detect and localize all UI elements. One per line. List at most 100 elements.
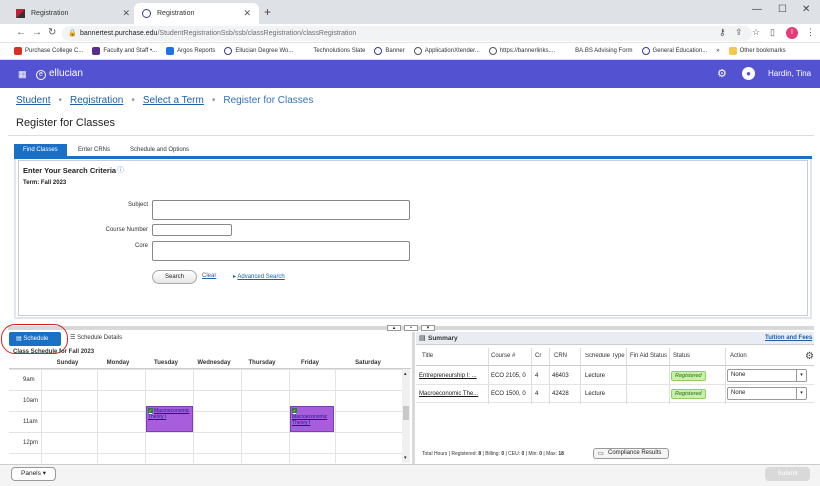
tab-schedule-details[interactable]: ☰ Schedule Details [70,334,122,341]
browser-tab-1[interactable]: Registration ✕ [8,3,138,24]
new-tab-button[interactable]: + [264,5,271,19]
summary-title: Summary [428,335,458,342]
search-button[interactable]: Search [152,270,197,284]
url-input[interactable]: 🔒 bannertest.purchase.edu/StudentRegistr… [62,26,752,41]
gear-icon[interactable]: ⚙ [717,67,727,80]
bookmark-item[interactable]: Technolutions Slate [302,47,365,55]
col-credits[interactable]: Cr [535,353,541,359]
breadcrumb-registration[interactable]: Registration [70,95,123,106]
panels-button[interactable]: Panels ▾ [11,467,56,481]
collapse-down-icon[interactable]: ▾ [421,325,435,331]
vertical-splitter[interactable] [412,332,415,464]
sidepanel-icon[interactable]: ▯ [770,27,775,38]
purchase-favicon-icon [16,9,25,18]
user-name[interactable]: Hardin, Tina [768,69,811,78]
bookmark-item[interactable]: Purchase College C... [14,47,83,55]
day-header: Wednesday [197,360,231,366]
calendar-event[interactable]: ✓Macroeconomic Theory I [146,405,193,432]
star-icon[interactable]: ☆ [752,27,760,38]
action-select[interactable]: None ▾ [727,387,807,400]
day-header: Tuesday [154,360,178,366]
summary-icon: ▤ [419,335,426,342]
col-action[interactable]: Action [730,353,747,359]
bookmark-item[interactable]: Faculty and Staff •... [92,47,157,55]
bookmark-item[interactable]: General Education... [641,47,707,55]
bookmark-globe-icon [488,47,497,55]
breadcrumb-student[interactable]: Student [16,95,50,106]
profile-avatar[interactable]: I [786,27,798,39]
status-badge: Registered [671,371,706,381]
bookmark-flag-icon [92,47,101,55]
action-select[interactable]: None ▾ [727,369,807,382]
hour-label: 12pm [23,440,39,446]
minimize-icon[interactable]: — [752,4,762,15]
term-label: Term: Fall 2023 [23,180,67,186]
forward-arrow-icon[interactable]: → [32,27,42,38]
kebab-menu-icon[interactable]: ⋮ [806,27,815,38]
key-icon[interactable]: ⚷ [719,27,726,38]
scrollbar-thumb[interactable] [403,406,409,420]
bookmark-item[interactable]: BA.BS Advising Form [564,47,633,55]
submit-button[interactable]: Submit [765,467,810,481]
close-window-icon[interactable]: ✕ [802,4,810,15]
browser-tab-2[interactable]: Registration ✕ [134,3,259,24]
bookmark-ellucian-icon [641,47,650,55]
reload-icon[interactable]: ↻ [48,27,56,38]
course-title-link[interactable]: Entrepreneurship I: ... [419,373,477,379]
tab-schedule-options[interactable]: Schedule and Options [121,144,198,156]
summary-header [416,332,814,345]
bookmark-reports-icon [166,47,175,55]
schedule-type: Lecture [585,373,606,379]
scroll-up-icon[interactable]: ▴ [404,371,407,377]
caret-right-icon: ▸ [233,274,237,280]
scroll-down-icon[interactable]: ▾ [404,455,407,461]
col-crn[interactable]: CRN [554,353,567,359]
ellucian-logo: e ellucian [36,68,83,80]
crn: 46403 [552,373,569,379]
col-title[interactable]: Title [422,353,433,359]
close-tab-icon[interactable]: ✕ [243,8,251,19]
other-bookmarks[interactable]: Other bookmarks [728,47,786,55]
maximize-icon[interactable]: ☐ [778,4,787,15]
back-arrow-icon[interactable]: ← [16,27,26,38]
gear-icon[interactable]: ⚙ [805,351,814,362]
course-title-link[interactable]: Macroeconomic The... [419,391,478,397]
list-icon: ☰ [70,335,76,341]
col-schedule-type[interactable]: Schedule Type [585,353,625,359]
bookmark-item[interactable]: Argos Reports [166,47,215,55]
tab-find-classes[interactable]: Find Classes [14,144,67,156]
bookmark-item[interactable]: ApplicationXtender... [413,47,480,55]
more-bookmarks[interactable]: » [716,48,719,54]
user-icon[interactable]: ● [742,67,755,80]
advanced-search-link[interactable]: ▸ Advanced Search [233,273,285,280]
bookmark-item[interactable]: https://bannerlinks.... [488,47,555,55]
col-status[interactable]: Status [673,353,690,359]
tuition-fees-link[interactable]: Tuition and Fees [765,335,812,341]
bookmark-item[interactable]: Banner [374,47,405,55]
compliance-results-button[interactable]: ▭ Compliance Results [593,448,669,459]
col-fin-aid[interactable]: Fin Aid Status [630,353,667,359]
share-icon[interactable]: ⇪ [735,27,743,38]
app-grid-icon[interactable]: ▦ [18,69,27,80]
day-header: Saturday [355,360,381,366]
col-course[interactable]: Course # [491,353,515,359]
calendar-event[interactable]: ✓Macroeconomic Theory I [290,405,334,432]
bookmark-item[interactable]: Ellucian Degree Wo... [224,47,293,55]
info-icon[interactable]: ⓘ [117,165,124,175]
divider [8,135,814,136]
close-tab-icon[interactable]: ✕ [122,8,130,19]
schedule-type: Lecture [585,391,606,397]
course-number-input[interactable] [152,224,232,236]
day-header: Sunday [56,360,79,366]
splitter-handle-icon[interactable]: • [404,325,418,331]
tab-enter-crns[interactable]: Enter CRNs [69,144,119,156]
hour-label: 11am [23,419,38,425]
breadcrumb-select-term[interactable]: Select a Term [143,95,204,106]
browser-tab-title: Registration [31,10,69,17]
collapse-up-icon[interactable]: ▴ [387,325,401,331]
clear-link[interactable]: Clear [202,273,216,279]
core-input[interactable] [152,241,410,261]
core-label: Core [134,243,148,249]
credits: 4 [535,373,539,379]
subject-input[interactable] [152,200,410,220]
